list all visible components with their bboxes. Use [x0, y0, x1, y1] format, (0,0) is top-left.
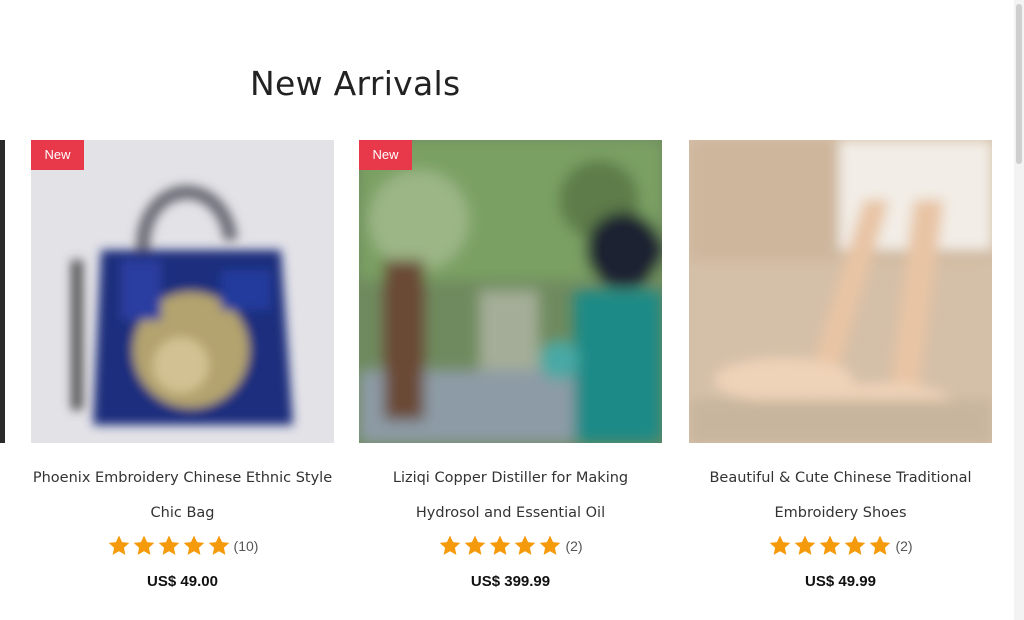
star-icon — [440, 535, 461, 555]
star-icon — [870, 535, 891, 555]
product-card[interactable]: New Phoenix Embroidery Chinese Ethnic St… — [31, 140, 334, 590]
star-icon — [820, 535, 841, 555]
product-card[interactable]: New Liziqi Copper Distiller for Making H… — [359, 140, 662, 590]
new-badge: New — [359, 140, 412, 170]
product-title[interactable]: Phoenix Embroidery Chinese Ethnic Style … — [31, 461, 334, 531]
product-price: US$ 49.99 — [805, 573, 876, 590]
rating: (2) — [689, 533, 992, 559]
scrollbar-thumb[interactable] — [1016, 4, 1022, 164]
rating: (10) — [31, 533, 334, 559]
star-icon — [515, 535, 536, 555]
star-icon — [208, 535, 229, 555]
star-icon — [158, 535, 179, 555]
star-rating — [107, 534, 231, 558]
product-image[interactable]: New — [31, 140, 334, 443]
star-icon — [183, 535, 204, 555]
review-count[interactable]: (2) — [895, 538, 912, 554]
new-arrivals-section: New Arrivals New Phoenix Embroidery Chin… — [0, 0, 1024, 620]
product-title[interactable]: Beautiful & Cute Chinese Traditional Emb… — [689, 461, 992, 531]
star-icon — [795, 535, 816, 555]
star-icon — [770, 535, 791, 555]
star-rating — [438, 534, 562, 558]
star-icon — [845, 535, 866, 555]
star-icon — [490, 535, 511, 555]
distiller-image — [359, 140, 662, 443]
new-badge: New — [31, 140, 84, 170]
bag-image — [31, 140, 334, 443]
star-icon — [540, 535, 561, 555]
product-image[interactable] — [689, 140, 992, 443]
product-image[interactable]: New — [359, 140, 662, 443]
shoes-image — [689, 140, 992, 443]
product-card[interactable]: Beautiful & Cute Chinese Traditional Emb… — [689, 140, 992, 590]
review-count[interactable]: (10) — [234, 538, 259, 554]
product-price: US$ 49.00 — [147, 573, 218, 590]
scrollbar[interactable] — [1014, 0, 1024, 620]
previous-product-peek — [0, 140, 5, 443]
star-icon — [465, 535, 486, 555]
star-rating — [768, 534, 892, 558]
rating: (2) — [359, 533, 662, 559]
star-icon — [133, 535, 154, 555]
product-title[interactable]: Liziqi Copper Distiller for Making Hydro… — [359, 461, 662, 531]
section-title: New Arrivals — [250, 64, 461, 103]
star-icon — [108, 535, 129, 555]
review-count[interactable]: (2) — [565, 538, 582, 554]
product-price: US$ 399.99 — [470, 573, 551, 590]
